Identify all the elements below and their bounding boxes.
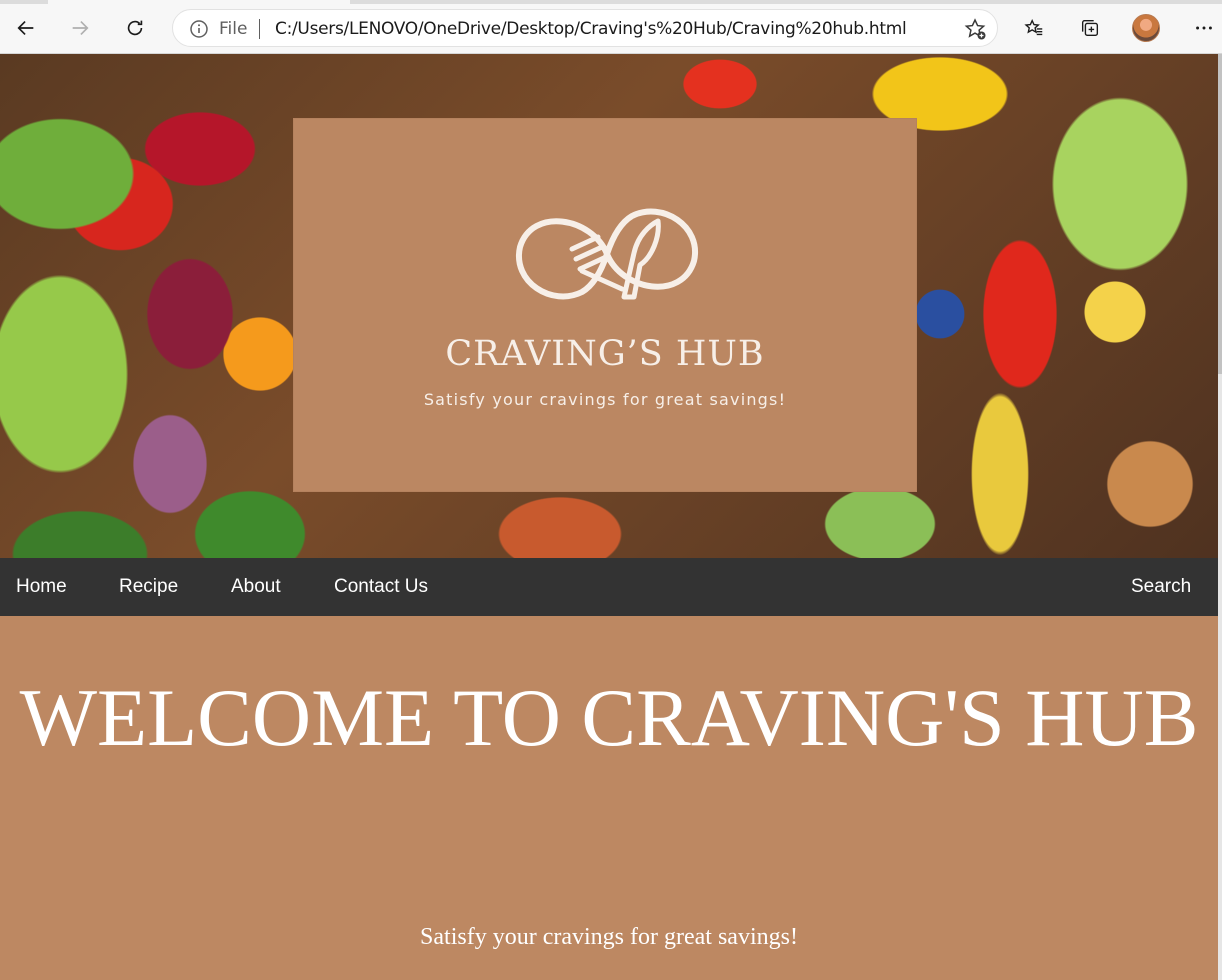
back-button[interactable]	[8, 10, 44, 46]
back-icon	[17, 20, 34, 36]
forward-button[interactable]	[62, 10, 98, 46]
profile-avatar[interactable]	[1132, 14, 1160, 42]
nav-about-link[interactable]: About	[231, 576, 281, 598]
nav-search-link[interactable]: Search	[1131, 576, 1191, 598]
favorites-button[interactable]	[1016, 10, 1052, 46]
logo-wordmark: CRAVING’S HUB	[445, 334, 765, 374]
collections-icon	[1081, 19, 1099, 37]
collections-button[interactable]	[1072, 10, 1108, 46]
refresh-button[interactable]	[117, 10, 153, 46]
address-bar[interactable]: File C:/Users/LENOVO/OneDrive/Desktop/Cr…	[172, 9, 998, 47]
add-favorite-icon[interactable]	[963, 17, 987, 41]
hero-banner: CRAVING’S HUB Satisfy your cravings for …	[0, 54, 1218, 558]
forward-icon	[72, 20, 89, 36]
active-tab[interactable]	[48, 0, 350, 4]
logo-tagline: Satisfy your cravings for great savings!	[423, 390, 787, 409]
nav-recipe-link[interactable]: Recipe	[119, 576, 178, 598]
refresh-icon	[127, 20, 143, 36]
favorites-icon	[1024, 19, 1043, 36]
main-navbar: Home Recipe About Contact Us Search	[0, 558, 1218, 616]
welcome-subtitle: Satisfy your cravings for great savings!	[420, 924, 798, 950]
more-icon	[1196, 26, 1212, 30]
fork-knife-infinity-icon	[515, 208, 699, 300]
welcome-heading: WELCOME TO CRAVING'S HUB	[19, 672, 1199, 763]
info-icon[interactable]	[189, 19, 209, 39]
more-button[interactable]	[1186, 10, 1222, 46]
nav-home-link[interactable]: Home	[16, 576, 67, 598]
scrollbar-thumb[interactable]	[1218, 54, 1222, 374]
address-divider	[259, 19, 260, 39]
welcome-section: WELCOME TO CRAVING'S HUB Satisfy your cr…	[0, 616, 1218, 980]
address-prefix: File	[219, 19, 248, 39]
nav-contact-link[interactable]: Contact Us	[334, 576, 428, 598]
browser-toolbar: File C:/Users/LENOVO/OneDrive/Desktop/Cr…	[0, 0, 1222, 54]
brand-logo: CRAVING’S HUB Satisfy your cravings for …	[293, 118, 917, 492]
address-url[interactable]: C:/Users/LENOVO/OneDrive/Desktop/Craving…	[275, 19, 907, 39]
